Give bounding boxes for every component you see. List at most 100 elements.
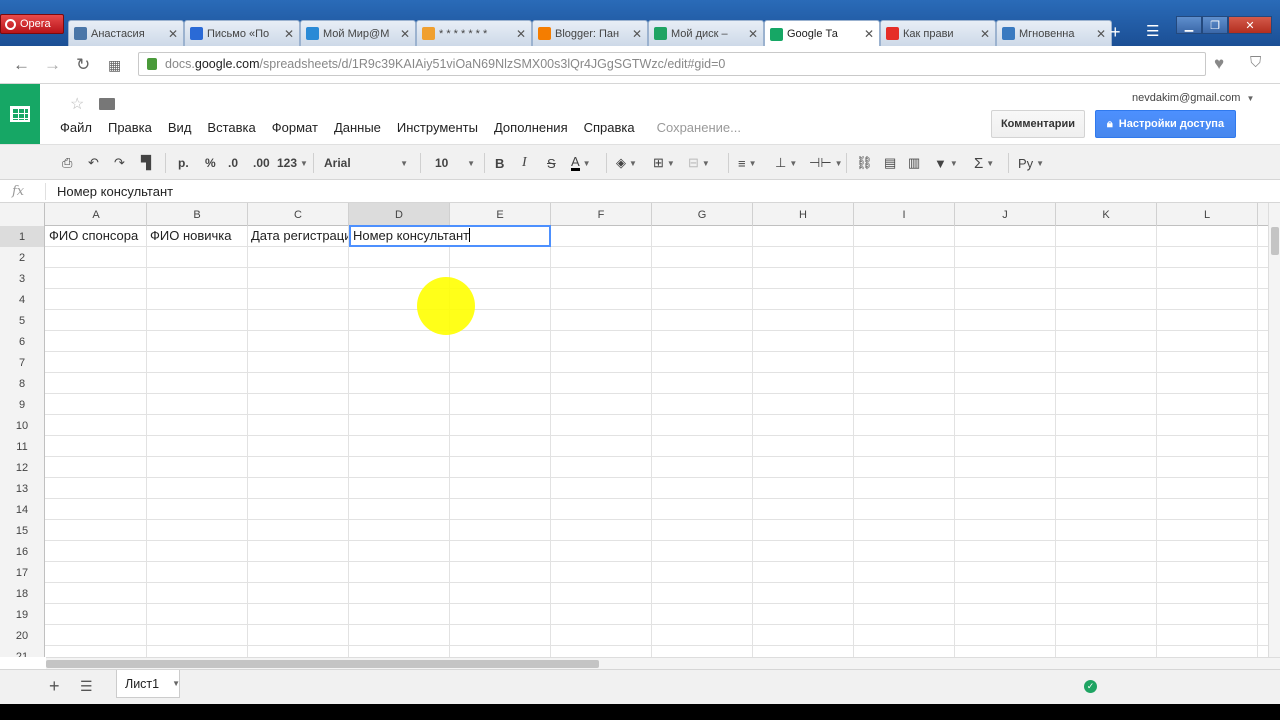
cell-g14[interactable] <box>652 499 753 519</box>
cell-j13[interactable] <box>955 478 1056 498</box>
cell-h7[interactable] <box>753 352 854 372</box>
cell-b7[interactable] <box>147 352 248 372</box>
cell-j5[interactable] <box>955 310 1056 330</box>
cell-i16[interactable] <box>854 541 955 561</box>
cell-f17[interactable] <box>551 562 652 582</box>
cell-k5[interactable] <box>1056 310 1157 330</box>
row-header[interactable]: 20 <box>0 625 45 646</box>
sheet-tab[interactable]: Лист1 ▼ <box>116 670 180 698</box>
cell-e17[interactable] <box>450 562 551 582</box>
cell-d10[interactable] <box>349 415 450 435</box>
cell-b3[interactable] <box>147 268 248 288</box>
cell-e2[interactable] <box>450 247 551 267</box>
cell-i4[interactable] <box>854 289 955 309</box>
vertical-scrollbar[interactable] <box>1268 203 1280 657</box>
cell-g20[interactable] <box>652 625 753 645</box>
cell-e14[interactable] <box>450 499 551 519</box>
cell-f7[interactable] <box>551 352 652 372</box>
cell-h10[interactable] <box>753 415 854 435</box>
cell-i10[interactable] <box>854 415 955 435</box>
folder-icon[interactable] <box>99 98 115 110</box>
cell-e8[interactable] <box>450 373 551 393</box>
cell-b13[interactable] <box>147 478 248 498</box>
cell-f2[interactable] <box>551 247 652 267</box>
cell-e11[interactable] <box>450 436 551 456</box>
cell-g1[interactable] <box>652 226 753 246</box>
column-header[interactable]: G <box>652 203 753 226</box>
cell-c5[interactable] <box>248 310 349 330</box>
cell-j18[interactable] <box>955 583 1056 603</box>
cell-f3[interactable] <box>551 268 652 288</box>
cell-h11[interactable] <box>753 436 854 456</box>
cell-g4[interactable] <box>652 289 753 309</box>
row-header[interactable]: 17 <box>0 562 45 583</box>
cell-a19[interactable] <box>46 604 147 624</box>
cell-e19[interactable] <box>450 604 551 624</box>
cell-d2[interactable] <box>349 247 450 267</box>
cell-l10[interactable] <box>1157 415 1258 435</box>
text-wrap-icon[interactable]: ⊣⊢ ▼ <box>809 154 843 172</box>
cell-h8[interactable] <box>753 373 854 393</box>
browser-tab[interactable]: Письмо «По ✕ <box>184 20 300 46</box>
horizontal-align-icon[interactable]: ≡ ▼ <box>738 154 757 172</box>
row-header[interactable]: 19 <box>0 604 45 625</box>
cell-h20[interactable] <box>753 625 854 645</box>
cell-k3[interactable] <box>1056 268 1157 288</box>
cell-d19[interactable] <box>349 604 450 624</box>
row-header[interactable]: 11 <box>0 436 45 457</box>
formula-input[interactable]: Номер консультант <box>57 184 173 199</box>
cell-e6[interactable] <box>450 331 551 351</box>
cell-g18[interactable] <box>652 583 753 603</box>
minimize-button[interactable]: ▁ <box>1176 16 1202 34</box>
strikethrough-icon[interactable]: S <box>547 154 556 172</box>
cell-g17[interactable] <box>652 562 753 582</box>
cell-k11[interactable] <box>1056 436 1157 456</box>
cell-a11[interactable] <box>46 436 147 456</box>
cell-h17[interactable] <box>753 562 854 582</box>
cell-f15[interactable] <box>551 520 652 540</box>
cell-e21[interactable] <box>450 646 551 657</box>
cell-k14[interactable] <box>1056 499 1157 519</box>
row-header[interactable]: 6 <box>0 331 45 352</box>
cell-l14[interactable] <box>1157 499 1258 519</box>
row-header[interactable]: 7 <box>0 352 45 373</box>
cell-b1[interactable]: ФИО новичка <box>147 226 248 246</box>
redo-icon[interactable]: ↷ <box>114 154 125 172</box>
cell-d21[interactable] <box>349 646 450 657</box>
cell-i9[interactable] <box>854 394 955 414</box>
cell-g8[interactable] <box>652 373 753 393</box>
menu-item[interactable]: Справка <box>584 120 635 135</box>
cell-c2[interactable] <box>248 247 349 267</box>
currency-format-button[interactable]: р. <box>178 154 189 172</box>
cell-f5[interactable] <box>551 310 652 330</box>
cell-j19[interactable] <box>955 604 1056 624</box>
cell-a21[interactable] <box>46 646 147 657</box>
cell-a17[interactable] <box>46 562 147 582</box>
star-icon[interactable]: ☆ <box>70 94 84 114</box>
borders-icon[interactable]: ⊞ ▼ <box>653 154 675 172</box>
cell-k12[interactable] <box>1056 457 1157 477</box>
cell-l6[interactable] <box>1157 331 1258 351</box>
cell-i13[interactable] <box>854 478 955 498</box>
menu-item[interactable]: Правка <box>108 120 152 135</box>
cell-e15[interactable] <box>450 520 551 540</box>
font-family-select[interactable]: Arial ▼ <box>324 154 408 172</box>
cell-h14[interactable] <box>753 499 854 519</box>
cell-h15[interactable] <box>753 520 854 540</box>
cell-l21[interactable] <box>1157 646 1258 657</box>
browser-tab[interactable]: Мой Мир@М ✕ <box>300 20 416 46</box>
cell-a13[interactable] <box>46 478 147 498</box>
cell-a8[interactable] <box>46 373 147 393</box>
cell-c8[interactable] <box>248 373 349 393</box>
cell-e7[interactable] <box>450 352 551 372</box>
cell-f12[interactable] <box>551 457 652 477</box>
cell-a18[interactable] <box>46 583 147 603</box>
close-tab-icon[interactable]: ✕ <box>632 27 642 41</box>
cell-b2[interactable] <box>147 247 248 267</box>
cell-b18[interactable] <box>147 583 248 603</box>
cell-b9[interactable] <box>147 394 248 414</box>
new-tab-icon[interactable]: + <box>1110 22 1121 43</box>
cell-k7[interactable] <box>1056 352 1157 372</box>
close-tab-icon[interactable]: ✕ <box>400 27 410 41</box>
cell-b4[interactable] <box>147 289 248 309</box>
